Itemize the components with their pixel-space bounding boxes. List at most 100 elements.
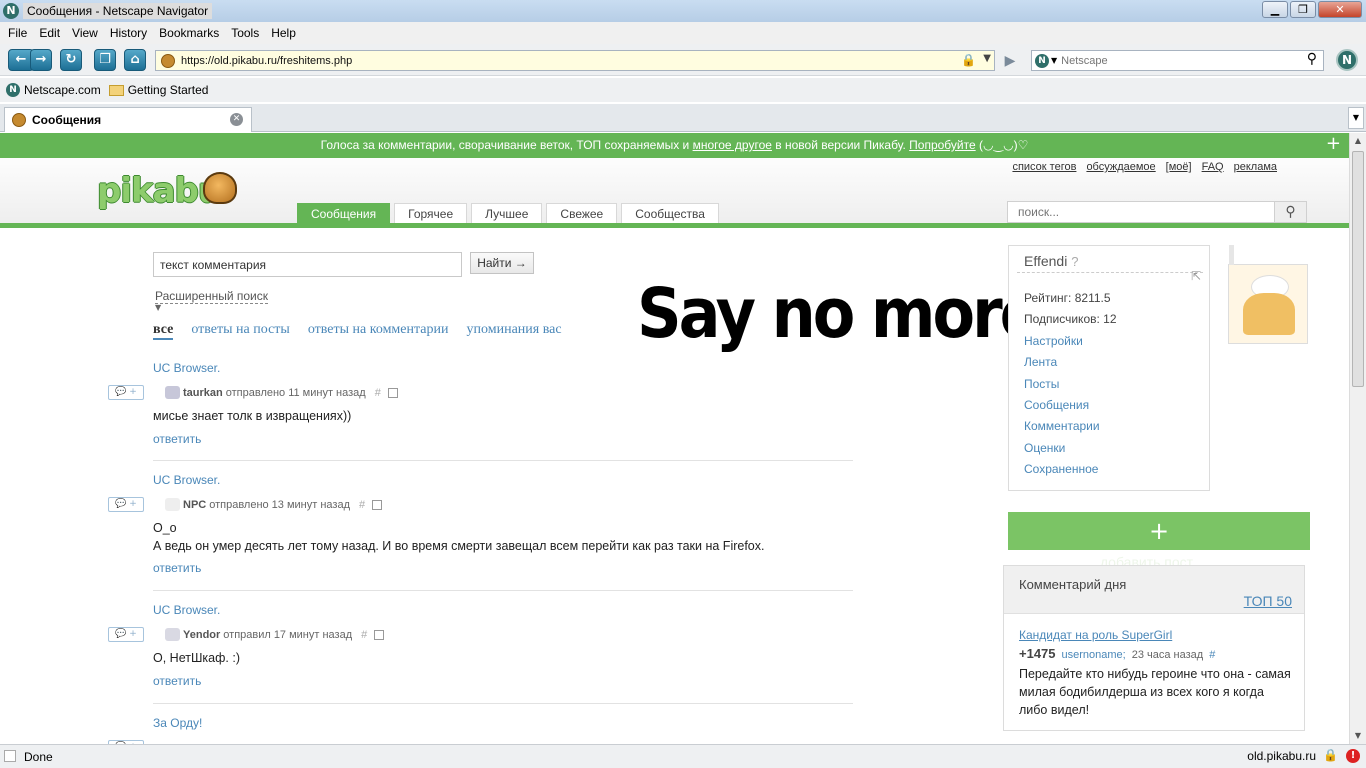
scroll-up-icon[interactable]: ▲ [1350,133,1366,149]
reply-link[interactable]: ответить [153,432,201,446]
user-avatar-icon [165,386,180,399]
top50-link[interactable]: ТОП 50 [1244,593,1292,609]
lock-icon[interactable]: 🔒 [1323,748,1338,762]
save-icon[interactable] [372,499,383,510]
advanced-search-link[interactable]: Расширенный поиск [155,289,268,304]
tab-fresh[interactable]: Свежее [546,203,618,223]
pin-icon[interactable]: ⇱ [1191,269,1201,283]
search-engine-icon[interactable]: N [1035,53,1049,68]
maximize-button[interactable]: ❐ [1290,1,1316,18]
menu-edit[interactable]: Edit [33,26,66,40]
comment-search-input[interactable] [153,252,462,277]
comment-body: О, НетШкаф. :) [153,649,240,667]
reply-link[interactable]: ответить [153,561,201,575]
tab-communities[interactable]: Сообщества [621,203,719,223]
browser-search-box[interactable]: N ▼ ⚲ [1031,50,1324,71]
netscape-logo-icon[interactable]: N [1336,49,1358,71]
toplink-mine[interactable]: [моё] [1166,161,1192,173]
forward-icon[interactable]: → [30,49,52,71]
hash-icon[interactable]: # [361,629,367,641]
tab-best[interactable]: Лучшее [471,203,543,223]
filter-mentions[interactable]: упоминания вас [467,322,562,340]
comment-post-link[interactable]: За Орду! [153,716,202,730]
toplink-ads[interactable]: реклама [1234,161,1277,173]
comment-author[interactable]: taurkan [183,387,223,399]
minimize-button[interactable]: ▁ [1262,1,1288,18]
filter-all[interactable]: все [153,322,174,340]
toplink-discussed[interactable]: обсуждаемое [1086,161,1155,173]
hash-icon[interactable]: # [375,387,381,399]
tab-messages[interactable]: Сообщения ✕ [4,107,252,132]
comment-author[interactable]: Yendor [183,629,220,641]
user-avatar-icon [165,628,180,641]
filter-post-replies[interactable]: ответы на посты [191,322,290,340]
menu-help[interactable]: Help [265,26,302,40]
comment-of-day-post-link[interactable]: Кандидат на роль SuperGirl [1019,628,1172,642]
go-icon[interactable]: ▶ [1000,51,1020,71]
user-link-feed[interactable]: Лента [1024,352,1117,373]
menu-file[interactable]: File [2,26,33,40]
browser-search-input[interactable] [1061,54,1292,67]
site-search-input[interactable] [1008,202,1268,222]
user-link-saved[interactable]: Сохраненное [1024,459,1117,480]
add-post-button[interactable]: + [1008,512,1310,550]
filter-comment-replies[interactable]: ответы на комментарии [308,322,449,340]
home-icon[interactable]: ⌂ [124,49,146,71]
toplink-tags[interactable]: список тегов [1012,161,1076,173]
toplink-faq[interactable]: FAQ [1202,161,1224,173]
hash-icon[interactable]: # [1209,649,1215,661]
scroll-down-icon[interactable]: ▼ [1350,728,1366,744]
bookmark-netscape[interactable]: N Netscape.com [6,83,101,97]
close-window-button[interactable]: ✕ [1318,1,1362,18]
bookmark-getting-started[interactable]: Getting Started [108,83,209,97]
reply-comment-icon[interactable]: 💬 + [108,627,144,642]
page-status-icon [4,750,16,762]
comment-post-link[interactable]: UC Browser. [153,603,220,617]
alert-icon[interactable]: ! [1346,749,1360,763]
help-icon[interactable]: ? [1071,254,1078,269]
search-engine-dropdown-icon[interactable]: ▼ [1051,56,1057,65]
new-version-notice: Голоса за комментарии, сворачивание вето… [0,133,1349,158]
close-tab-icon[interactable]: ✕ [230,113,243,126]
avatar[interactable] [1228,245,1308,344]
find-button[interactable]: Найти → [470,252,534,274]
comment-of-day-user[interactable]: usernoname; [1062,649,1126,661]
notice-more-link[interactable]: многое другое [693,138,772,152]
reload-icon[interactable]: ↻ [60,49,82,71]
search-icon[interactable]: ⚲ [1274,202,1306,222]
hash-icon[interactable]: # [359,499,365,511]
bookmark-label: Getting Started [127,83,209,97]
menu-tools[interactable]: Tools [225,26,265,40]
address-bar[interactable]: https://old.pikabu.ru/freshitems.php 🔒 ▼ [155,50,995,71]
user-link-posts[interactable]: Посты [1024,374,1117,395]
reply-comment-icon[interactable]: 💬 + [108,497,144,512]
menu-view[interactable]: View [66,26,104,40]
address-dropdown-icon[interactable]: ▼ [983,53,991,64]
menu-bookmarks[interactable]: Bookmarks [153,26,225,40]
notice-close-icon[interactable]: + [1326,133,1341,154]
tab-list-dropdown-icon[interactable]: ▼ [1348,107,1364,129]
comment-post-link[interactable]: UC Browser. [153,361,220,375]
address-url[interactable]: https://old.pikabu.ru/freshitems.php [181,55,352,67]
site-search-box[interactable]: ⚲ [1007,201,1307,223]
user-link-messages[interactable]: Сообщения [1024,395,1117,416]
menu-history[interactable]: History [104,26,153,40]
comment-author[interactable]: NPC [183,499,206,511]
new-window-icon[interactable]: ❐ [94,49,116,71]
page-scrollbar[interactable]: ▲ ▼ [1349,133,1366,744]
reply-comment-icon[interactable]: 💬 + [108,385,144,400]
user-link-ratings[interactable]: Оценки [1024,438,1117,459]
user-link-settings[interactable]: Настройки [1024,331,1117,352]
save-icon[interactable] [374,629,385,640]
window-title: Сообщения - Netscape Navigator [23,3,213,19]
user-name[interactable]: Effendi ? [1024,253,1078,269]
scroll-thumb[interactable] [1352,151,1364,387]
tab-hot[interactable]: Горячее [394,203,468,223]
save-icon[interactable] [387,387,398,398]
comment-post-link[interactable]: UC Browser. [153,473,220,487]
reply-link[interactable]: ответить [153,674,201,688]
notice-try-link[interactable]: Попробуйте [909,138,976,152]
search-icon[interactable]: ⚲ [1307,51,1317,67]
tab-messages-site[interactable]: Сообщения [297,203,391,223]
user-link-comments[interactable]: Комментарии [1024,416,1117,437]
